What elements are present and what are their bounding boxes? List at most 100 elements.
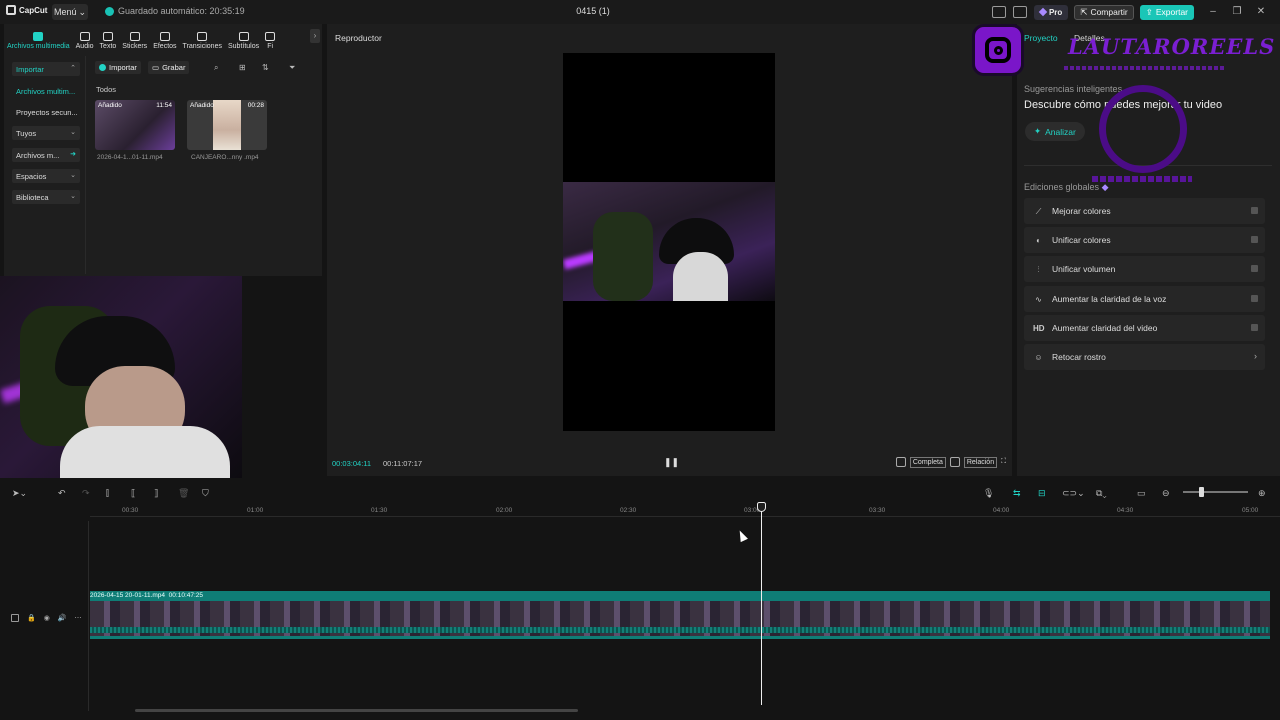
- global-item-voice-clarity[interactable]: ∿ Aumentar la claridad de la voz: [1024, 286, 1265, 312]
- global-edits-title: Ediciones globales ◆: [1024, 182, 1109, 193]
- filter-icon[interactable]: ⏷: [289, 63, 299, 72]
- zoom-out-icon[interactable]: ⊖: [1162, 488, 1170, 499]
- playhead-line[interactable]: [761, 510, 762, 705]
- sidebar-item-import[interactable]: Importar ⌃: [12, 62, 80, 76]
- pause-icon[interactable]: ❚❚: [664, 457, 679, 468]
- share-button[interactable]: ⇱ Compartir: [1074, 4, 1134, 20]
- transitions-icon: [197, 32, 208, 41]
- audio-waveform: [90, 627, 1270, 633]
- arrow-right-icon: ➜: [70, 151, 76, 158]
- track-header-divider: [88, 521, 89, 711]
- pro-button[interactable]: Pro: [1033, 4, 1069, 20]
- cover-icon[interactable]: [11, 614, 19, 622]
- timeline-ruler[interactable]: 00:30 01:00 01:30 02:00 02:30 03:00 03:3…: [90, 503, 1280, 517]
- ruler-label: 01:00: [247, 507, 264, 514]
- document-title[interactable]: 0415 (1): [560, 6, 626, 16]
- record-button[interactable]: ▭ Grabar: [148, 61, 190, 74]
- toggle-checkbox[interactable]: [1251, 324, 1258, 331]
- more-icon[interactable]: ⋯: [75, 614, 82, 622]
- media-item-video-1[interactable]: Añadido 11:54: [95, 100, 175, 150]
- fullscreen-icon[interactable]: ⛶: [1001, 458, 1006, 466]
- lock-icon[interactable]: 🔒: [27, 614, 36, 622]
- shield-icon[interactable]: ⛉: [202, 488, 209, 499]
- tab-filters[interactable]: Fi: [262, 24, 278, 50]
- undo-icon[interactable]: ↶: [58, 488, 66, 499]
- media-item-video-2[interactable]: Añadido 00:28: [187, 100, 267, 150]
- link-clips-icon[interactable]: ⇆: [1013, 488, 1021, 499]
- tab-subtitles[interactable]: Subtítulos: [225, 24, 262, 50]
- trim-right-icon[interactable]: ⟧: [154, 488, 158, 499]
- ruler-label: 04:30: [1117, 507, 1134, 514]
- sidebar-item-media-m[interactable]: Archivos m... ➜: [12, 148, 80, 162]
- analyze-button[interactable]: ✦ Analizar: [1025, 122, 1085, 141]
- hd-icon: HD: [1033, 323, 1045, 333]
- sidebar-item-yours[interactable]: Tuyos ⌄: [12, 126, 80, 140]
- speaker-icon[interactable]: 🔊: [58, 614, 67, 622]
- sort-icon[interactable]: ⇅: [262, 63, 272, 72]
- waveform-icon: ∿: [1035, 294, 1042, 304]
- shortcuts-icon[interactable]: [1012, 6, 1027, 18]
- global-item-unify-volume[interactable]: ⫶ Unificar volumen: [1024, 256, 1265, 282]
- toggle-checkbox[interactable]: [1251, 236, 1258, 243]
- caption-icon[interactable]: ▭: [1137, 488, 1146, 499]
- tab-media[interactable]: Archivos multimedia: [4, 24, 73, 50]
- tab-transitions[interactable]: Transiciones: [180, 24, 225, 50]
- select-cursor-icon[interactable]: ➤⌄: [12, 488, 27, 499]
- linkage-icon[interactable]: ⊂⊃⌄: [1062, 488, 1085, 499]
- main-track-header: 🔒 ◉ 🔊 ⋯: [0, 596, 88, 640]
- sidebar-item-label: Tuyos: [16, 128, 37, 138]
- sidebar-item-library[interactable]: Biblioteca ⌄: [12, 190, 80, 204]
- magnet-icon[interactable]: ⊟: [1038, 488, 1046, 499]
- ruler-label: 02:30: [620, 507, 637, 514]
- zoom-in-icon[interactable]: ⊕: [1258, 488, 1266, 499]
- tab-stickers[interactable]: Stickers: [119, 24, 150, 50]
- timeline-horizontal-scrollbar[interactable]: [135, 709, 578, 712]
- export-button[interactable]: ⇪ Exportar: [1139, 4, 1194, 20]
- trim-left-icon[interactable]: ⟦: [131, 488, 135, 499]
- player-panel: Reproductor 00:03:04:11 00:11:07:17 ❚❚ C…: [327, 24, 1012, 476]
- sidebar-item-secondary-projects[interactable]: Proyectos secun...: [12, 105, 80, 119]
- complete-button[interactable]: Completa: [909, 456, 946, 468]
- split-icon[interactable]: ⫿: [106, 488, 109, 499]
- zoom-slider-track[interactable]: [1183, 491, 1248, 493]
- search-icon[interactable]: ⌕: [214, 63, 224, 72]
- minimize-icon[interactable]: –: [1208, 7, 1218, 17]
- delete-icon[interactable]: 🗑: [178, 488, 189, 499]
- grid-view-icon[interactable]: ⊞: [239, 63, 249, 72]
- toggle-checkbox[interactable]: [1251, 207, 1258, 214]
- screenshot-icon[interactable]: [949, 457, 960, 467]
- close-icon[interactable]: ✕: [1256, 7, 1266, 17]
- global-item-label: Aumentar la claridad de la voz: [1052, 294, 1167, 304]
- global-item-unify-colors[interactable]: ◐ Unificar colores: [1024, 227, 1265, 253]
- menu-button[interactable]: Menú ⌄: [52, 4, 88, 20]
- preview-axis-icon[interactable]: ⧉⌄: [1096, 488, 1107, 499]
- zoom-slider-handle[interactable]: [1199, 487, 1204, 497]
- tab-audio[interactable]: Audio: [73, 24, 97, 50]
- sidebar-item-media-files[interactable]: Archivos multim...: [12, 84, 80, 98]
- toggle-checkbox[interactable]: [1251, 265, 1258, 272]
- tab-effects[interactable]: Efectos: [150, 24, 179, 50]
- eye-icon[interactable]: ◉: [44, 614, 50, 622]
- video-clip[interactable]: [90, 601, 1270, 639]
- layout-icon[interactable]: [991, 6, 1006, 18]
- toggle-checkbox[interactable]: [1251, 295, 1258, 302]
- global-item-enhance-colors[interactable]: ⟋ Mejorar colores: [1024, 198, 1265, 224]
- tab-text[interactable]: Texto: [97, 24, 120, 50]
- playhead-handle[interactable]: [757, 502, 766, 512]
- tab-project[interactable]: Proyecto: [1024, 33, 1058, 43]
- maximize-icon[interactable]: ❐: [1232, 7, 1242, 17]
- redo-icon[interactable]: ↷: [82, 488, 90, 499]
- microphone-icon[interactable]: 🎙: [983, 488, 994, 499]
- crop-icon[interactable]: [895, 457, 906, 467]
- global-item-retouch-face[interactable]: ☺ Retocar rostro ›: [1024, 344, 1265, 370]
- ratio-button[interactable]: Relación: [963, 456, 998, 468]
- video-clip-header[interactable]: 2026-04-15 20-01-11.mp4 00:10:47:25: [90, 591, 1270, 601]
- instagram-logo-overlay: [972, 24, 1024, 76]
- chevron-right-icon[interactable]: ›: [310, 29, 320, 43]
- global-item-video-clarity[interactable]: HD Aumentar claridad del video: [1024, 315, 1265, 341]
- import-button[interactable]: Importar: [95, 61, 141, 74]
- preview-canvas[interactable]: [563, 53, 775, 431]
- cloud-check-icon: [105, 6, 114, 16]
- diamond-icon: [1038, 7, 1048, 17]
- sidebar-item-spaces[interactable]: Espacios ⌄: [12, 169, 80, 183]
